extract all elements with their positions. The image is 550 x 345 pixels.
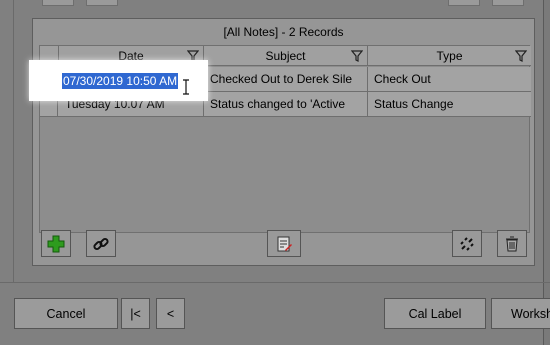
column-header-subject[interactable]: Subject — [204, 46, 368, 66]
top-button-stub-4[interactable] — [492, 0, 524, 6]
column-header-subject-label: Subject — [265, 49, 306, 63]
cell-subject[interactable]: Checked Out to Derek Sile — [204, 67, 368, 91]
selected-date-text[interactable]: 07/30/2019 10:50 AM — [62, 73, 179, 89]
link-button[interactable] — [86, 230, 116, 257]
unlink-icon — [460, 236, 474, 251]
top-button-stub-2[interactable] — [86, 0, 118, 6]
trash-icon — [506, 236, 518, 251]
delete-button[interactable] — [497, 230, 527, 257]
cell-type[interactable]: Check Out — [368, 67, 531, 91]
grid-title: [All Notes] - 2 Records — [223, 25, 344, 39]
top-button-stub-3[interactable] — [448, 0, 480, 6]
filter-icon[interactable] — [515, 50, 527, 62]
edit-note-icon — [277, 236, 292, 251]
left-frame-edge — [0, 0, 14, 282]
text-cursor-icon — [183, 79, 189, 95]
cal-label-button[interactable]: Cal Label — [384, 298, 486, 329]
previous-record-button[interactable]: < — [156, 298, 185, 329]
unlink-button[interactable] — [452, 230, 482, 257]
column-header-type-label: Type — [436, 49, 463, 63]
column-header-type[interactable]: Type — [368, 46, 531, 66]
cancel-button[interactable]: Cancel — [14, 298, 118, 329]
cell-subject[interactable]: Status changed to 'Active — [204, 92, 368, 116]
plus-icon — [47, 235, 65, 252]
cell-type[interactable]: Status Change — [368, 92, 531, 116]
filter-icon[interactable] — [351, 50, 363, 62]
bottom-separator — [0, 282, 550, 283]
right-scrollbar-edge — [543, 0, 550, 345]
date-cell-editor[interactable]: 07/30/2019 10:50 AM — [29, 60, 208, 101]
top-button-stub-1[interactable] — [42, 0, 74, 6]
add-note-button[interactable] — [41, 230, 71, 257]
link-icon — [93, 237, 109, 250]
workshop-button[interactable]: Worksh — [491, 298, 550, 329]
edit-note-button[interactable] — [267, 230, 301, 257]
first-record-button[interactable]: |< — [121, 298, 150, 329]
notes-panel: [All Notes] - 2 Records Date Subject Typ… — [32, 18, 535, 266]
